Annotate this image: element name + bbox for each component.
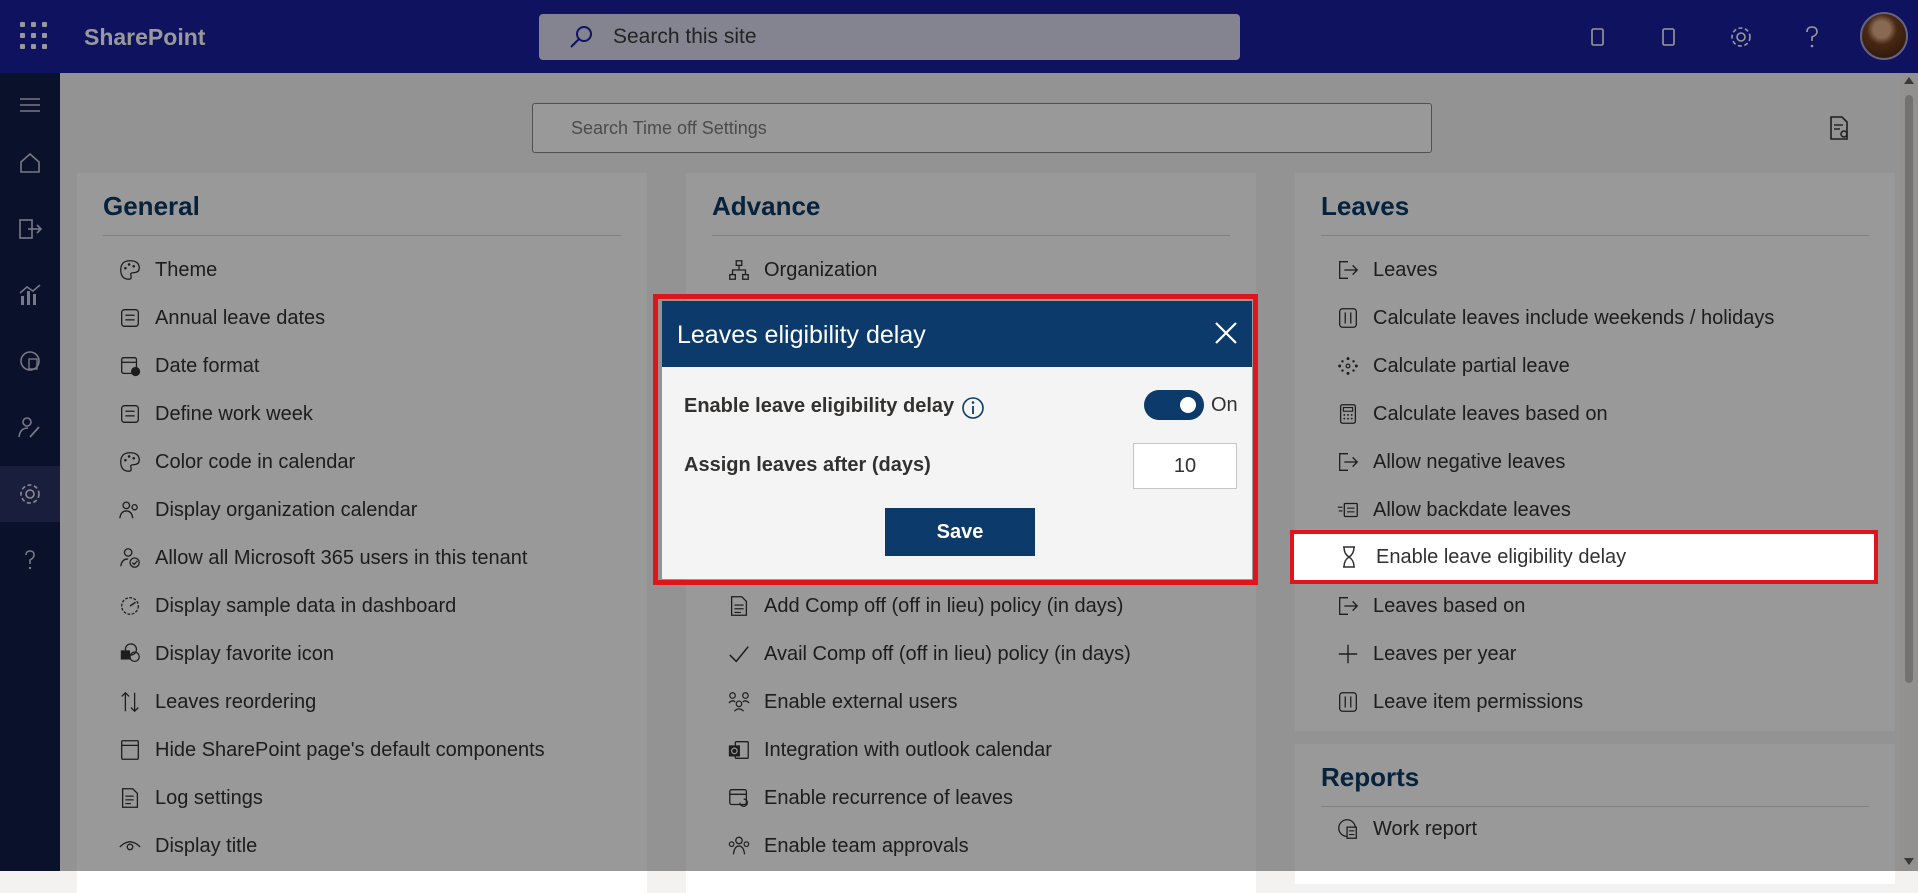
close-icon[interactable] <box>1212 319 1240 347</box>
hourglass-icon <box>1343 546 1355 568</box>
toggle-state-label: On <box>1211 394 1238 416</box>
highlight-item-label: Enable leave eligibility delay <box>1376 545 1627 568</box>
dialog-title: Leaves eligibility delay <box>677 321 926 349</box>
toggle-knob <box>1180 397 1196 413</box>
assign-days-label: Assign leaves after (days) <box>684 454 931 476</box>
info-icon[interactable] <box>961 396 985 420</box>
dialog-header: Leaves eligibility delay <box>662 301 1252 367</box>
eligibility-delay-toggle[interactable] <box>1144 390 1204 420</box>
save-button[interactable]: Save <box>885 508 1035 556</box>
enable-delay-label: Enable leave eligibility delay <box>684 395 955 417</box>
leaves-eligibility-delay-dialog: Leaves eligibility delay Enable leave el… <box>662 301 1252 579</box>
assign-days-input[interactable] <box>1133 443 1237 489</box>
enable-leave-eligibility-delay-item[interactable]: Enable leave eligibility delay <box>1290 530 1878 584</box>
